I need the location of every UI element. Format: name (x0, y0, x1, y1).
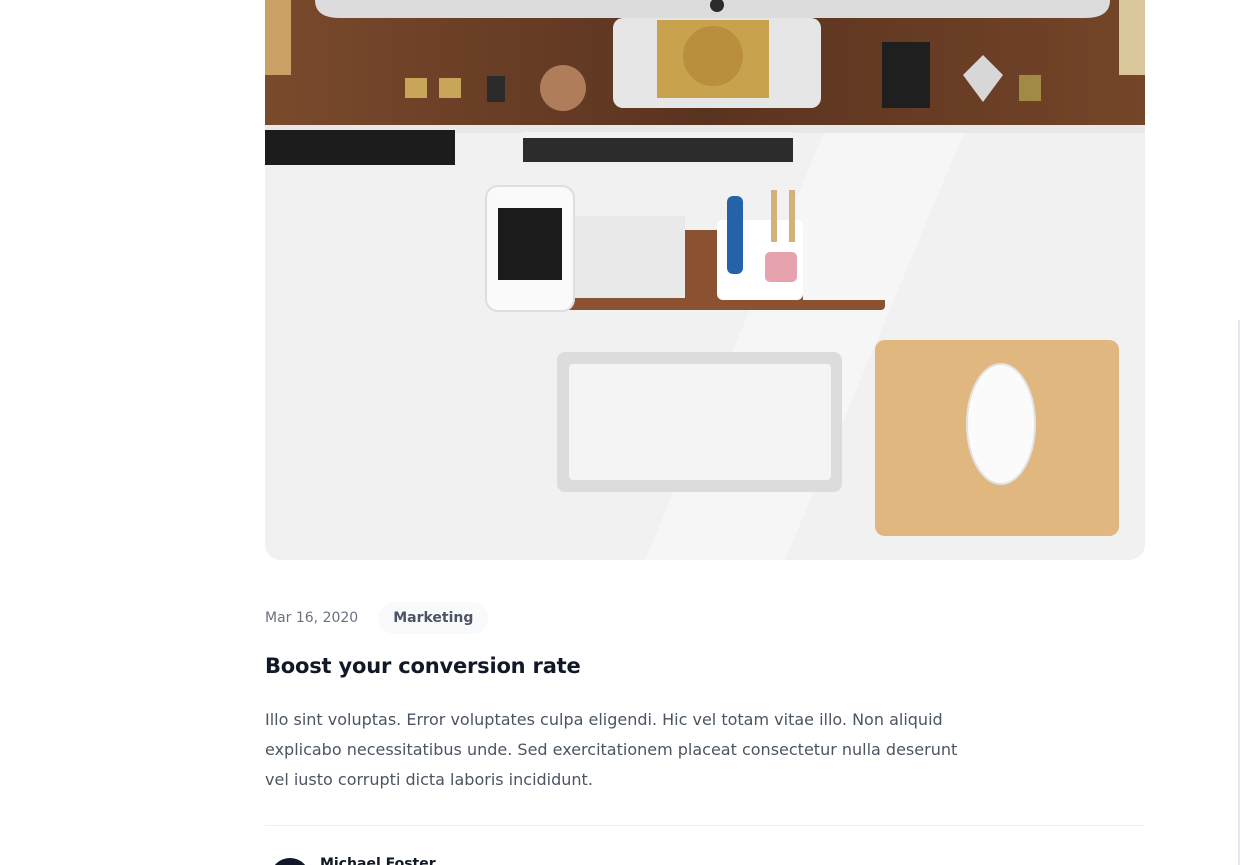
blog-post-page: Mar 16, 2020 Marketing Boost your conver… (0, 0, 1240, 865)
article-meta: Mar 16, 2020 Marketing (265, 600, 489, 636)
desk-photo-illustration (265, 0, 1145, 560)
category-badge[interactable]: Marketing (378, 602, 489, 634)
article-hero-image[interactable] (265, 0, 1145, 560)
author-name[interactable]: Michael Foster (320, 856, 436, 865)
author-divider (265, 825, 1145, 826)
author-avatar (270, 858, 310, 865)
article-excerpt: Illo sint voluptas. Error voluptates cul… (265, 710, 958, 789)
publish-date: Mar 16, 2020 (265, 610, 359, 626)
article-title[interactable]: Boost your conversion rate (265, 650, 581, 682)
